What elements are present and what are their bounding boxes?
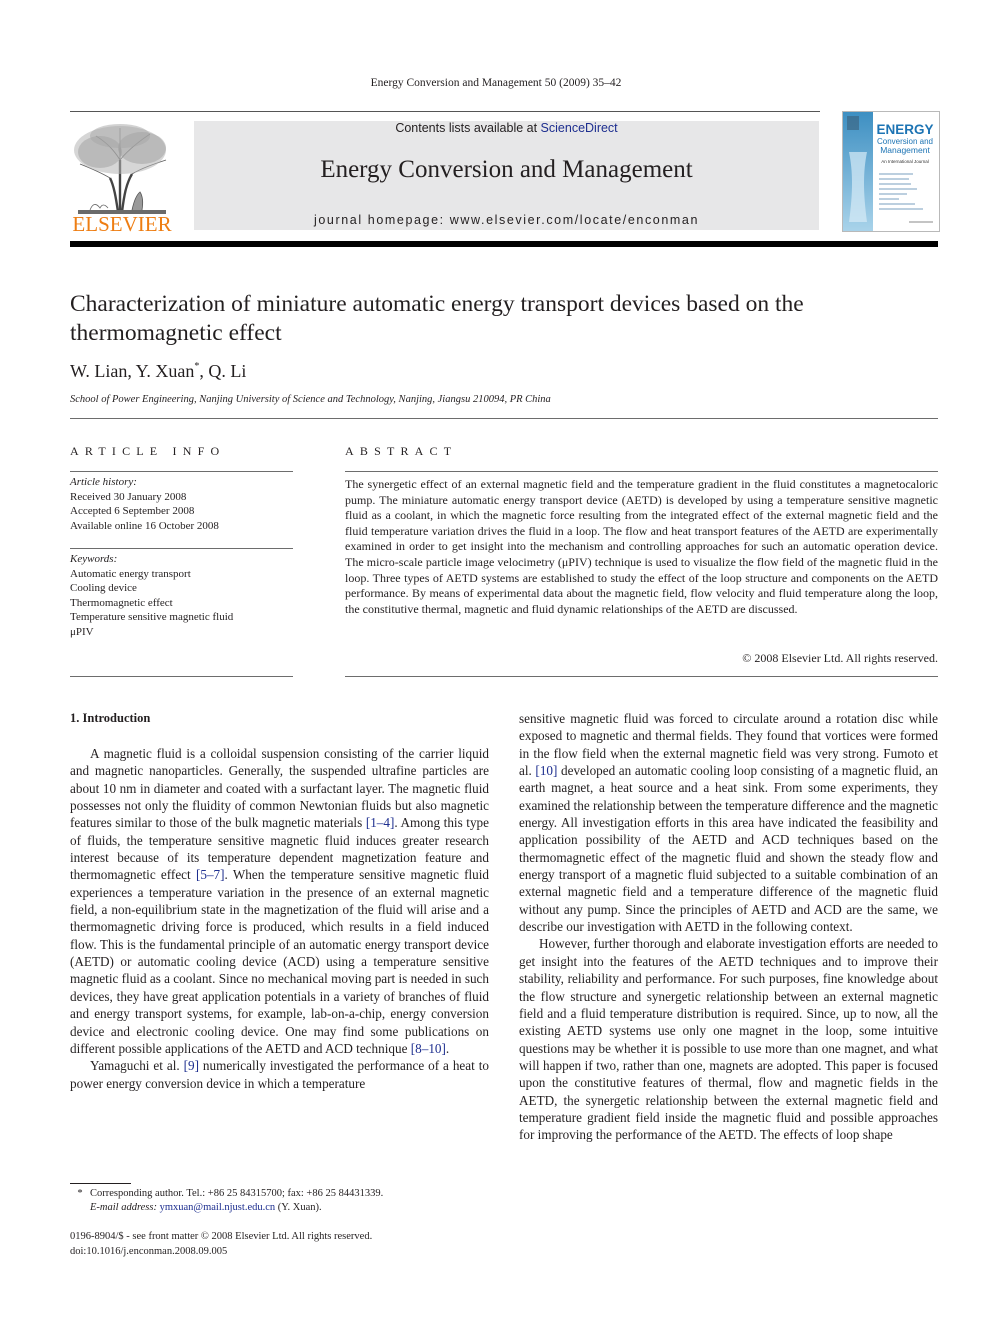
article-title: Characterization of miniature automatic …	[70, 291, 804, 346]
header-rule	[70, 111, 820, 112]
text-run: . When the temperature sensitive magneti…	[70, 867, 489, 1056]
history-online: Available online 16 October 2008	[70, 519, 219, 532]
footnote-contact: Corresponding author. Tel.: +86 25 84315…	[90, 1188, 384, 1199]
abstract-rule	[345, 471, 938, 472]
citation-link[interactable]: [5–7]	[196, 867, 225, 882]
section-heading-introduction: 1. Introduction	[70, 711, 151, 725]
sciencedirect-link[interactable]: ScienceDirect	[541, 121, 618, 135]
contents-line: Contents lists available at ScienceDirec…	[194, 121, 819, 135]
history-received: Received 30 January 2008	[70, 490, 187, 503]
text-run: developed an automatic cooling loop cons…	[519, 763, 939, 935]
article-info-bottom-rule	[70, 676, 293, 677]
cover-subtitle: An International Journal	[881, 159, 929, 164]
keyword-item: Automatic energy transport	[70, 567, 191, 580]
citation-link[interactable]: [1–4]	[366, 815, 395, 830]
cover-title-1: ENERGY	[876, 122, 933, 137]
abstract-bottom-rule	[345, 676, 938, 677]
keywords-label: Keywords:	[70, 553, 118, 565]
body-column-right: sensitive magnetic fluid was forced to c…	[519, 710, 938, 1144]
journal-homepage-link[interactable]: journal homepage: www.elsevier.com/locat…	[194, 213, 819, 227]
text-run: Yamaguchi et al.	[90, 1058, 184, 1074]
footnote-rule	[70, 1183, 131, 1184]
author-list: W. Lian, Y. Xuan*, Q. Li	[70, 361, 246, 382]
author-li[interactable]: , Q. Li	[199, 361, 246, 381]
cover-artwork-icon: ENERGY Conversion and Management An Inte…	[843, 112, 934, 231]
paragraph: A magnetic fluid is a colloidal suspensi…	[70, 745, 489, 1057]
affiliation: School of Power Engineering, Nanjing Uni…	[70, 394, 551, 405]
contents-prefix: Contents lists available at	[395, 121, 541, 135]
journal-cover-image: ENERGY Conversion and Management An Inte…	[842, 111, 940, 232]
elsevier-wordmark: ELSEVIER	[72, 212, 172, 236]
citation-link[interactable]: [10]	[535, 763, 557, 778]
email-link[interactable]: ymxuan@mail.njust.edu.cn	[160, 1202, 276, 1213]
article-history-label: Article history:	[70, 476, 137, 488]
abstract-heading: ABSTRACT	[345, 444, 458, 458]
article-info-heading: ARTICLE INFO	[70, 444, 226, 458]
citation-link[interactable]: [9]	[184, 1058, 199, 1073]
keywords-rule	[70, 548, 293, 549]
issn-line: 0196-8904/$ - see front matter © 2008 El…	[70, 1231, 373, 1242]
email-suffix: (Y. Xuan).	[275, 1202, 322, 1213]
text-run: .	[445, 1040, 450, 1056]
keyword-item: Temperature sensitive magnetic fluid	[70, 611, 234, 623]
body-column-left: A magnetic fluid is a colloidal suspensi…	[70, 745, 489, 1092]
doi[interactable]: doi:10.1016/j.enconman.2008.09.005	[70, 1245, 372, 1260]
author-lian[interactable]: W. Lian,	[70, 361, 136, 381]
abstract-text: The synergetic effect of an external mag…	[345, 477, 938, 616]
masthead-thick-rule	[70, 241, 938, 247]
paragraph: However, further thorough and elaborate …	[519, 936, 938, 1143]
article-info-rule	[70, 471, 293, 472]
abstract-copyright: © 2008 Elsevier Ltd. All rights reserved…	[742, 651, 938, 665]
paragraph: Yamaguchi et al. [9] numerically investi…	[70, 1057, 489, 1092]
journal-title: Energy Conversion and Management	[320, 156, 693, 183]
paragraph-continued: sensitive magnetic fluid was forced to c…	[519, 710, 938, 935]
front-matter: 0196-8904/$ - see front matter © 2008 El…	[70, 1230, 372, 1259]
running-header: Energy Conversion and Management 50 (200…	[370, 77, 622, 89]
keyword-item: Cooling device	[70, 582, 137, 594]
history-accepted: Accepted 6 September 2008	[70, 505, 195, 517]
title-rule	[70, 418, 938, 419]
keyword-item: Thermomagnetic effect	[70, 596, 173, 609]
footnote-corresponding-author: * Corresponding author. Tel.: +86 25 8431…	[70, 1187, 500, 1215]
email-label: E-mail address:	[90, 1202, 160, 1213]
footnote-mark: *	[77, 1188, 83, 1199]
cover-title-3: Management	[880, 145, 930, 155]
keyword-item: μPIV	[70, 625, 94, 638]
article-history: Article history: Received 30 January 200…	[70, 475, 219, 533]
author-xuan[interactable]: Y. Xuan	[136, 361, 195, 381]
citation-link[interactable]: [8–10]	[411, 1041, 446, 1056]
keywords: Keywords: Automatic energy transport Coo…	[70, 552, 233, 639]
